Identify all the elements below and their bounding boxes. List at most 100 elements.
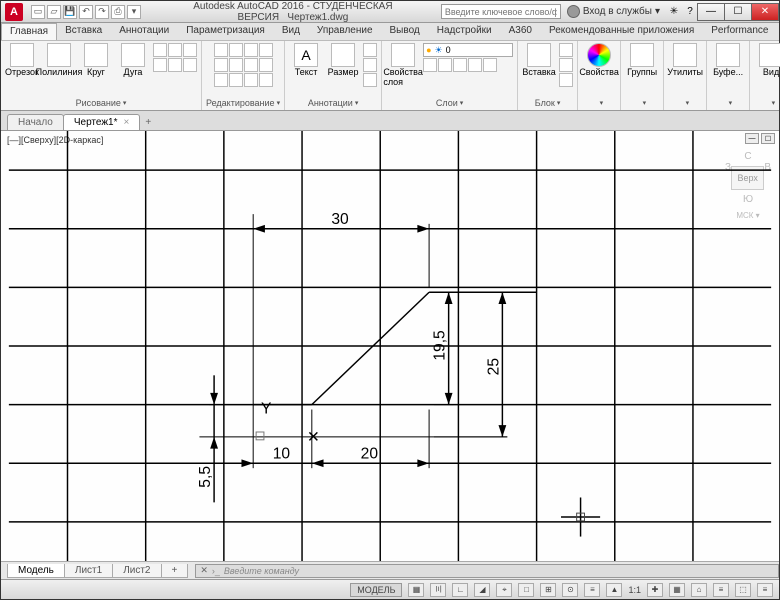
dimension-button[interactable]: Размер bbox=[326, 43, 360, 77]
dim-19-5: 19,5 bbox=[432, 330, 449, 361]
titlebar: A ▭ ▱ 💾 ↶ ↷ ⎙ ▾ Autodesk AutoCAD 2016 - … bbox=[1, 1, 779, 23]
maximize-button[interactable]: ☐ bbox=[724, 3, 752, 21]
panel-annotation: AТекст Размер Аннотации bbox=[285, 41, 382, 110]
arc-button[interactable]: Дуга bbox=[116, 43, 150, 77]
tab-insert[interactable]: Вставка bbox=[57, 23, 111, 40]
status-workspace-icon[interactable]: ▦ bbox=[669, 583, 685, 597]
layer-tools[interactable] bbox=[423, 58, 513, 72]
status-anno-icon[interactable]: ▲ bbox=[606, 583, 622, 597]
qat-undo-icon[interactable]: ↶ bbox=[79, 5, 93, 19]
circle-button[interactable]: Круг bbox=[79, 43, 113, 77]
panel-util-label[interactable] bbox=[681, 98, 689, 108]
status-customize-icon[interactable]: ≡ bbox=[757, 583, 773, 597]
panel-groups-label[interactable] bbox=[638, 98, 646, 108]
tab-view[interactable]: Вид bbox=[274, 23, 309, 40]
tab-featured[interactable]: Рекомендованные приложения bbox=[541, 23, 703, 40]
panel-groups: Группы bbox=[621, 41, 664, 110]
annot-small[interactable] bbox=[363, 43, 377, 87]
line-button[interactable]: Отрезок bbox=[5, 43, 39, 77]
panel-annot-label[interactable]: Аннотации bbox=[308, 98, 359, 108]
layout-tab-sheet1[interactable]: Лист1 bbox=[64, 564, 113, 578]
quick-access-toolbar: ▭ ▱ 💾 ↶ ↷ ⎙ ▾ bbox=[27, 5, 145, 19]
qat-save-icon[interactable]: 💾 bbox=[63, 5, 77, 19]
tab-home[interactable]: Главная bbox=[1, 23, 57, 40]
status-grid-icon[interactable]: ▦ bbox=[408, 583, 424, 597]
app-logo-icon[interactable]: A bbox=[5, 3, 23, 21]
cmd-close-icon[interactable]: ✕ bbox=[200, 565, 208, 576]
status-model-button[interactable]: МОДЕЛЬ bbox=[350, 583, 402, 597]
new-tab-button[interactable]: + bbox=[139, 115, 157, 130]
tab-parametric[interactable]: Параметризация bbox=[178, 23, 274, 40]
drawing-svg: 30 19,5 25 10 bbox=[1, 131, 779, 561]
command-line-input[interactable]: ✕ ›_ Введите команду bbox=[195, 564, 779, 578]
panel-props-label[interactable] bbox=[595, 98, 603, 108]
doc-tab-start[interactable]: Начало bbox=[7, 114, 64, 130]
tab-annotate[interactable]: Аннотации bbox=[111, 23, 178, 40]
status-snap-icon[interactable]: 〣 bbox=[430, 583, 446, 597]
groups-button[interactable]: Группы bbox=[625, 43, 659, 77]
draw-small-tools[interactable] bbox=[153, 43, 197, 72]
dim-20: 20 bbox=[361, 445, 379, 462]
panel-block-label[interactable]: Блок bbox=[535, 98, 561, 108]
panel-layers-label[interactable]: Слои bbox=[436, 98, 463, 108]
status-osnap-icon[interactable]: ⌖ bbox=[496, 583, 512, 597]
close-button[interactable]: ✕ bbox=[751, 3, 779, 21]
modify-tools[interactable] bbox=[214, 43, 273, 87]
tab-addins[interactable]: Надстройки bbox=[429, 23, 501, 40]
exchange-icon[interactable]: ✳ bbox=[666, 6, 682, 17]
status-scale[interactable]: 1:1 bbox=[628, 585, 641, 595]
document-tabs: Начало Чертеж1*× + bbox=[1, 111, 779, 131]
panel-view-label[interactable] bbox=[767, 98, 775, 108]
window-title: Autodesk AutoCAD 2016 - СТУДЕНЧЕСКАЯ ВЕР… bbox=[145, 1, 441, 23]
drawing-canvas[interactable]: [—][Сверху][2D-каркас] — ☐ С ЗВерхВ Ю МС… bbox=[1, 131, 779, 561]
layer-props-button[interactable]: Свойства слоя bbox=[386, 43, 420, 87]
panel-clipboard: Буфе... bbox=[707, 41, 750, 110]
status-clean-icon[interactable]: ⬚ bbox=[735, 583, 751, 597]
panel-properties: Свойства bbox=[578, 41, 621, 110]
panel-modify-label[interactable]: Редактирование bbox=[206, 98, 280, 108]
layout-tab-model[interactable]: Модель bbox=[7, 564, 65, 578]
insert-block-button[interactable]: Вставка bbox=[522, 43, 556, 77]
status-ortho-icon[interactable]: ∟ bbox=[452, 583, 468, 597]
status-lwt-icon[interactable]: ⊞ bbox=[540, 583, 556, 597]
clipboard-button[interactable]: Буфе... bbox=[711, 43, 745, 77]
status-cycle-icon[interactable]: ≡ bbox=[584, 583, 600, 597]
status-transparency-icon[interactable]: ⊙ bbox=[562, 583, 578, 597]
tab-output[interactable]: Вывод bbox=[382, 23, 429, 40]
ribbon: Отрезок Полилиния Круг Дуга Рисование Ре… bbox=[1, 41, 779, 111]
tab-manage[interactable]: Управление bbox=[309, 23, 382, 40]
app-window: A ▭ ▱ 💾 ↶ ↷ ⎙ ▾ Autodesk AutoCAD 2016 - … bbox=[0, 0, 780, 600]
text-button[interactable]: AТекст bbox=[289, 43, 323, 77]
qat-print-icon[interactable]: ⎙ bbox=[111, 5, 125, 19]
qat-more-icon[interactable]: ▾ bbox=[127, 5, 141, 19]
panel-modify: Редактирование bbox=[202, 41, 285, 110]
ribbon-tabs: Главная Вставка Аннотации Параметризация… bbox=[1, 23, 779, 41]
help-icon[interactable]: ? bbox=[682, 6, 698, 17]
minimize-button[interactable]: — bbox=[697, 3, 725, 21]
dim-30: 30 bbox=[331, 211, 349, 228]
qat-redo-icon[interactable]: ↷ bbox=[95, 5, 109, 19]
polyline-button[interactable]: Полилиния bbox=[42, 43, 76, 77]
help-search-input[interactable] bbox=[441, 4, 561, 19]
tab-a360[interactable]: A360 bbox=[501, 23, 541, 40]
layout-add-button[interactable]: + bbox=[161, 564, 189, 578]
panel-draw-label[interactable]: Рисование bbox=[76, 98, 127, 108]
close-tab-icon[interactable]: × bbox=[123, 117, 129, 128]
block-tools[interactable] bbox=[559, 43, 573, 87]
status-gear-icon[interactable]: ✚ bbox=[647, 583, 663, 597]
layout-tab-sheet2[interactable]: Лист2 bbox=[112, 564, 161, 578]
qat-new-icon[interactable]: ▭ bbox=[31, 5, 45, 19]
utilities-button[interactable]: Утилиты bbox=[668, 43, 702, 77]
view-button[interactable]: Вид bbox=[754, 43, 780, 77]
sign-in-button[interactable]: Вход в службы ▾ bbox=[567, 5, 660, 18]
properties-button[interactable]: Свойства bbox=[582, 43, 616, 77]
qat-open-icon[interactable]: ▱ bbox=[47, 5, 61, 19]
status-isolate-icon[interactable]: ≡ bbox=[713, 583, 729, 597]
status-otrack-icon[interactable]: □ bbox=[518, 583, 534, 597]
panel-clip-label[interactable] bbox=[724, 98, 732, 108]
status-polar-icon[interactable]: ◢ bbox=[474, 583, 490, 597]
tab-performance[interactable]: Performance bbox=[703, 23, 777, 40]
status-monitor-icon[interactable]: ⌂ bbox=[691, 583, 707, 597]
doc-tab-drawing1[interactable]: Чертеж1*× bbox=[63, 114, 140, 130]
layer-dropdown[interactable]: ●☀0 bbox=[423, 43, 513, 57]
